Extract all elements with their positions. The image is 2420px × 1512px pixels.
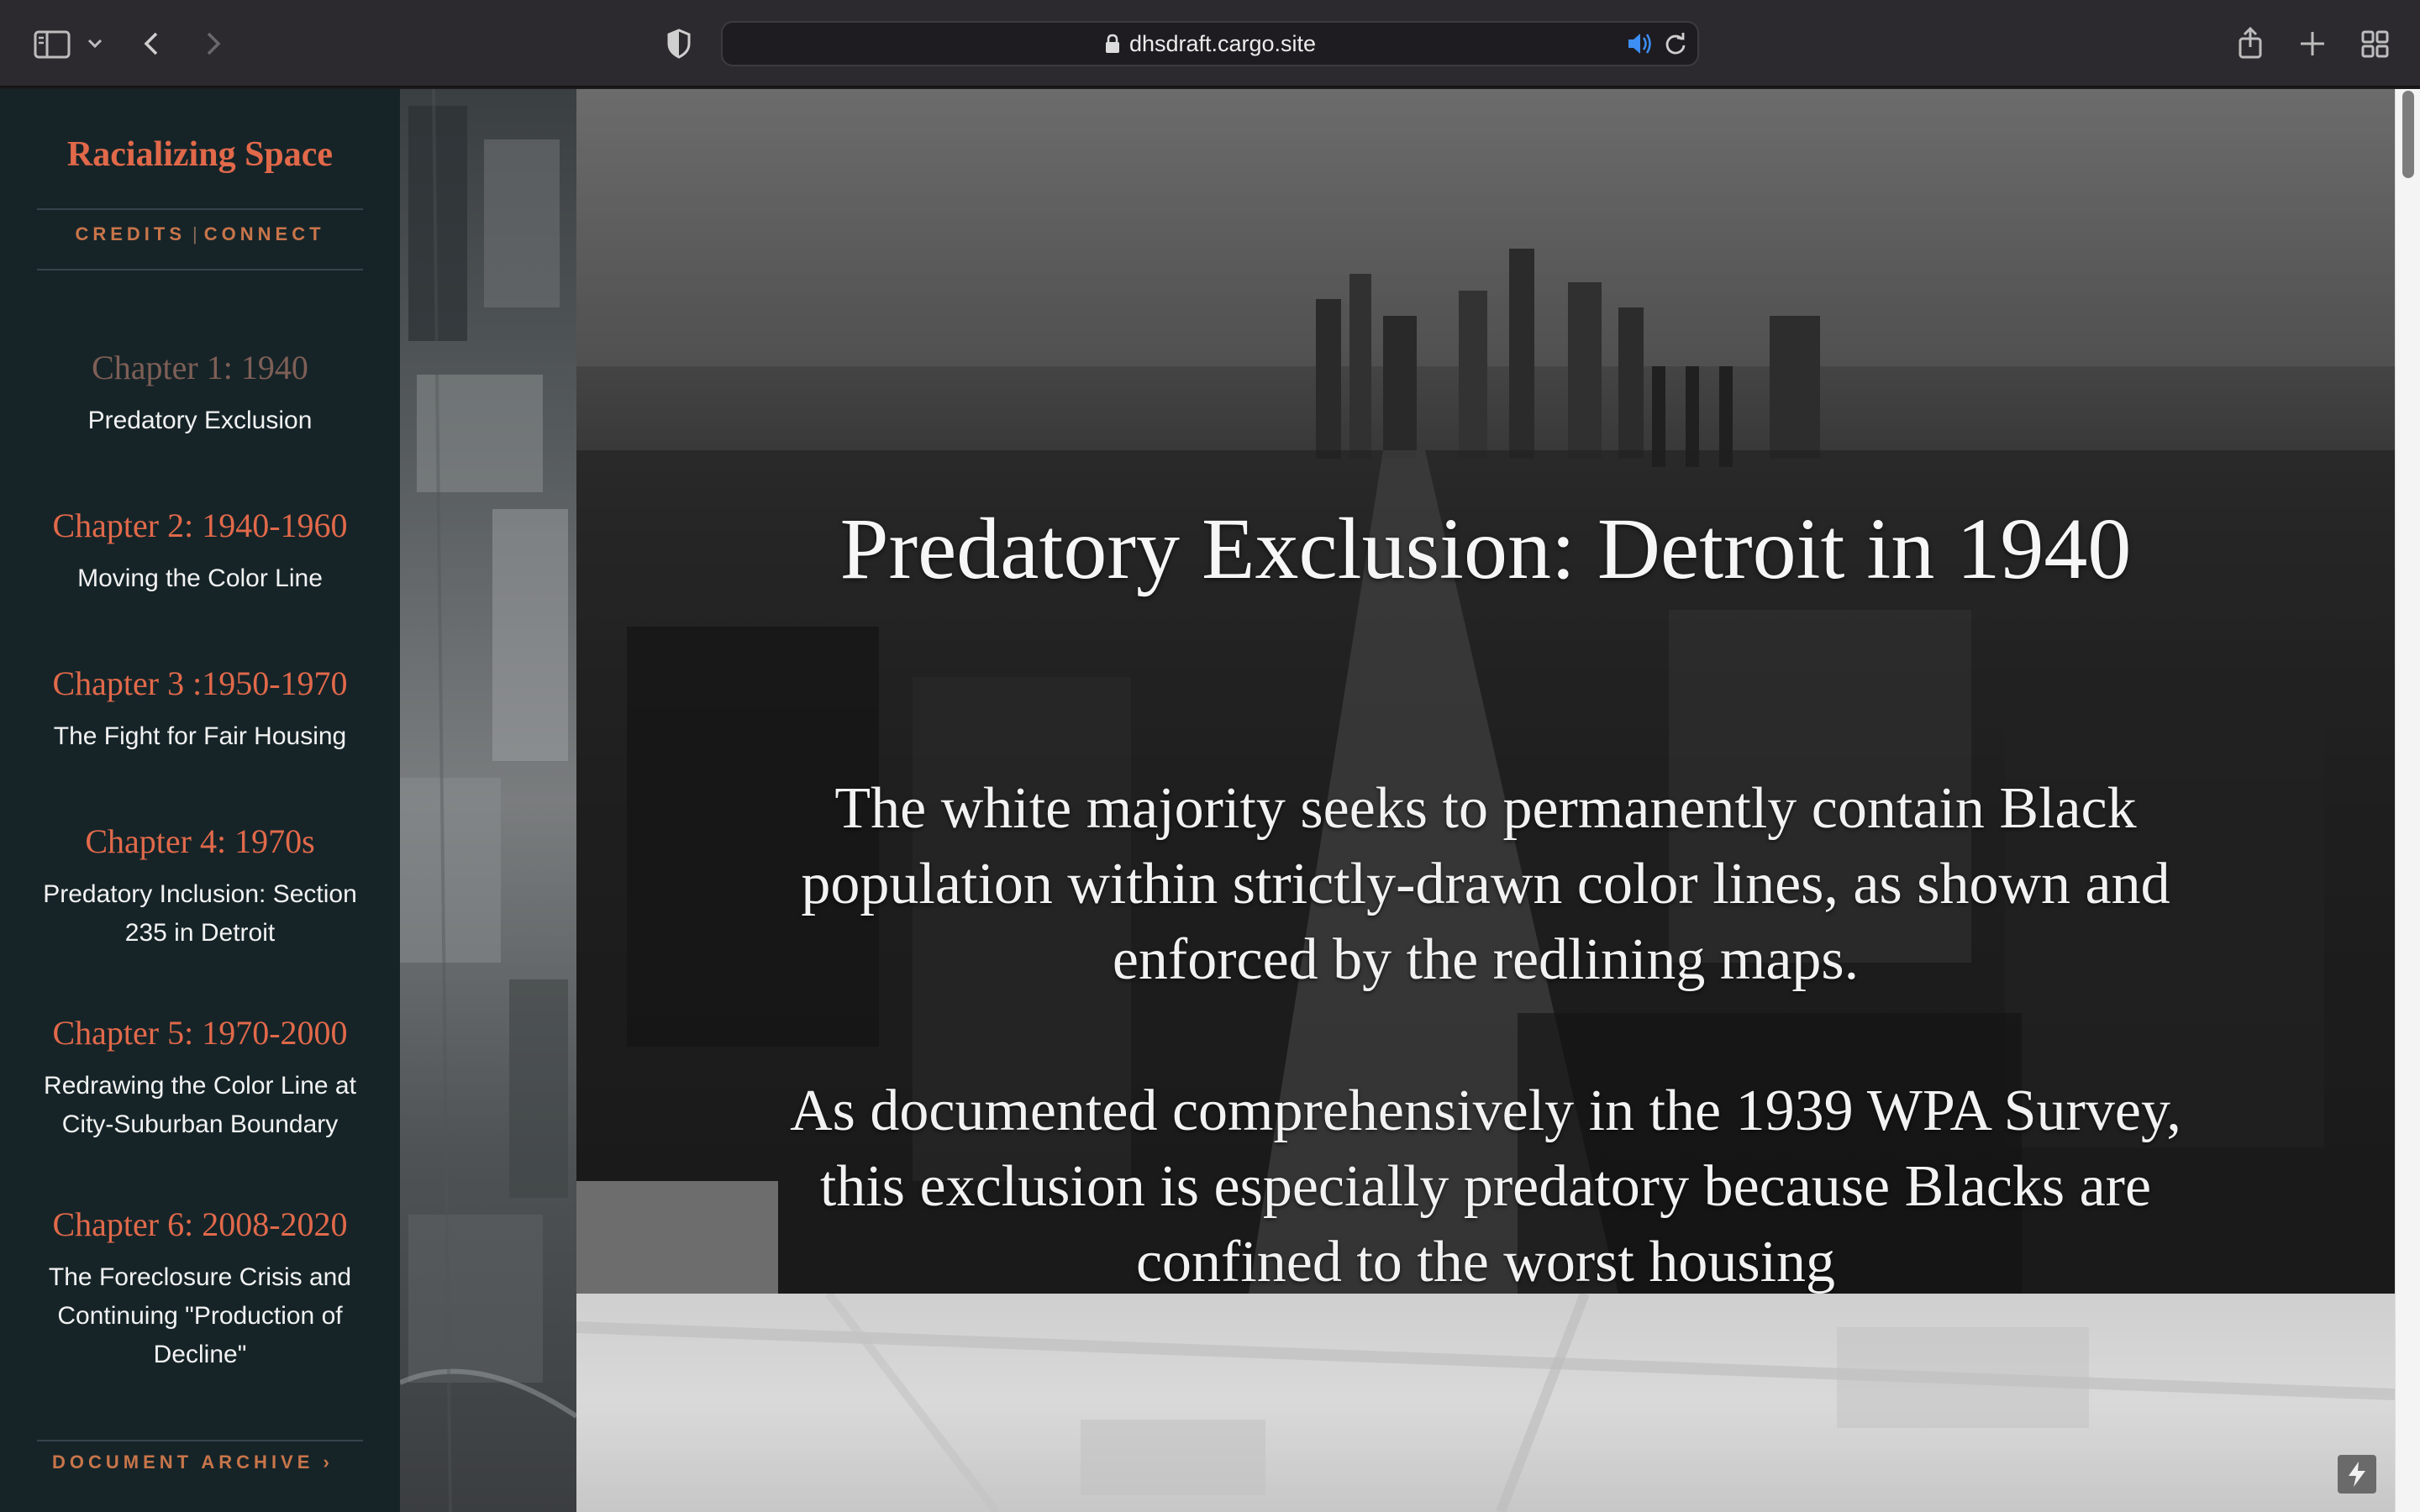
lock-icon — [1105, 34, 1119, 53]
chapter-2-link[interactable]: Chapter 2: 1940-1960 Moving the Color Li… — [0, 506, 400, 598]
aerial-photo-texture — [400, 89, 576, 1512]
divider — [37, 208, 363, 210]
intro-paragraph: The white majority seeks to permanently … — [801, 776, 2170, 992]
chapter-6-link[interactable]: Chapter 6: 2008-2020 The Foreclosure Cri… — [0, 1205, 400, 1374]
chapter-subtitle: Redrawing the Color Line at City-Suburba… — [44, 1072, 356, 1138]
chapter-1-link[interactable]: Chapter 1: 1940 Predatory Exclusion — [0, 348, 400, 440]
aerial-photo-strip — [400, 89, 576, 1512]
chapter-title: Chapter 1: 1940 — [92, 349, 308, 386]
new-tab-icon[interactable] — [2292, 22, 2333, 66]
chapter-title: Chapter 4: 1970s — [85, 822, 315, 860]
page-heading: Predatory Exclusion: Detroit in 1940 — [839, 501, 2132, 597]
privacy-shield-icon[interactable] — [660, 22, 697, 66]
aerial-map-background — [576, 1290, 2396, 1512]
chapter-subtitle: The Foreclosure Crisis and Continuing "P… — [48, 1263, 352, 1368]
tab-overview-icon[interactable] — [2354, 22, 2395, 66]
chapter-4-link[interactable]: Chapter 4: 1970s Predatory Inclusion: Se… — [0, 822, 400, 953]
lightning-bolt-icon[interactable] — [2338, 1455, 2376, 1494]
divider — [37, 1440, 363, 1441]
chapter-title: Chapter 2: 1940-1960 — [52, 507, 348, 544]
divider — [37, 269, 363, 270]
credits-link[interactable]: CREDITS — [75, 223, 186, 244]
forward-icon[interactable] — [193, 22, 230, 66]
document-archive-link[interactable]: DOCUMENT ARCHIVE › — [52, 1452, 334, 1473]
page-scrollbar[interactable] — [2395, 89, 2420, 1512]
browser-toolbar: dhsdraft.cargo.site — [0, 0, 2420, 87]
wpa-survey-paragraph: As documented comprehensively in the 193… — [790, 1079, 2181, 1294]
connect-link[interactable]: CONNECT — [204, 223, 325, 244]
hero-section: Predatory Exclusion: Detroit in 1940 The… — [576, 89, 2395, 1294]
address-bar[interactable]: dhsdraft.cargo.site — [721, 21, 1699, 66]
chapter-subtitle: Predatory Inclusion: Section 235 in Detr… — [43, 880, 357, 947]
scrollbar-thumb[interactable] — [2402, 91, 2414, 178]
subnav: CREDITS | CONNECT — [0, 223, 400, 245]
reload-icon[interactable] — [1659, 23, 1692, 65]
chapter-title: Chapter 3 :1950-1970 — [52, 664, 348, 702]
chapter-5-link[interactable]: Chapter 5: 1970-2000 Redrawing the Color… — [0, 1013, 400, 1144]
sidebar-toggle-icon[interactable] — [30, 22, 74, 66]
chapter-3-link[interactable]: Chapter 3 :1950-1970 The Fight for Fair … — [0, 664, 400, 756]
site-title[interactable]: Racializing Space — [0, 134, 400, 175]
chapter-title: Chapter 6: 2008-2020 — [52, 1205, 348, 1243]
url-display[interactable]: dhsdraft.cargo.site — [723, 23, 1697, 65]
chapter-subtitle: Moving the Color Line — [77, 564, 323, 592]
chapter-title: Chapter 5: 1970-2000 — [52, 1014, 348, 1052]
chapter-subtitle: Predatory Exclusion — [87, 407, 313, 434]
share-icon[interactable] — [2230, 22, 2270, 66]
sidebar-nav: Racializing Space CREDITS | CONNECT Chapte… — [0, 89, 400, 1512]
subnav-separator: | — [192, 223, 197, 244]
back-icon[interactable] — [134, 22, 171, 66]
audio-playing-icon[interactable] — [1622, 23, 1655, 65]
aerial-map-texture — [576, 1290, 2396, 1512]
chapter-subtitle: The Fight for Fair Housing — [53, 722, 347, 750]
url-text: dhsdraft.cargo.site — [1128, 31, 1317, 56]
chevron-down-icon[interactable] — [82, 22, 108, 66]
